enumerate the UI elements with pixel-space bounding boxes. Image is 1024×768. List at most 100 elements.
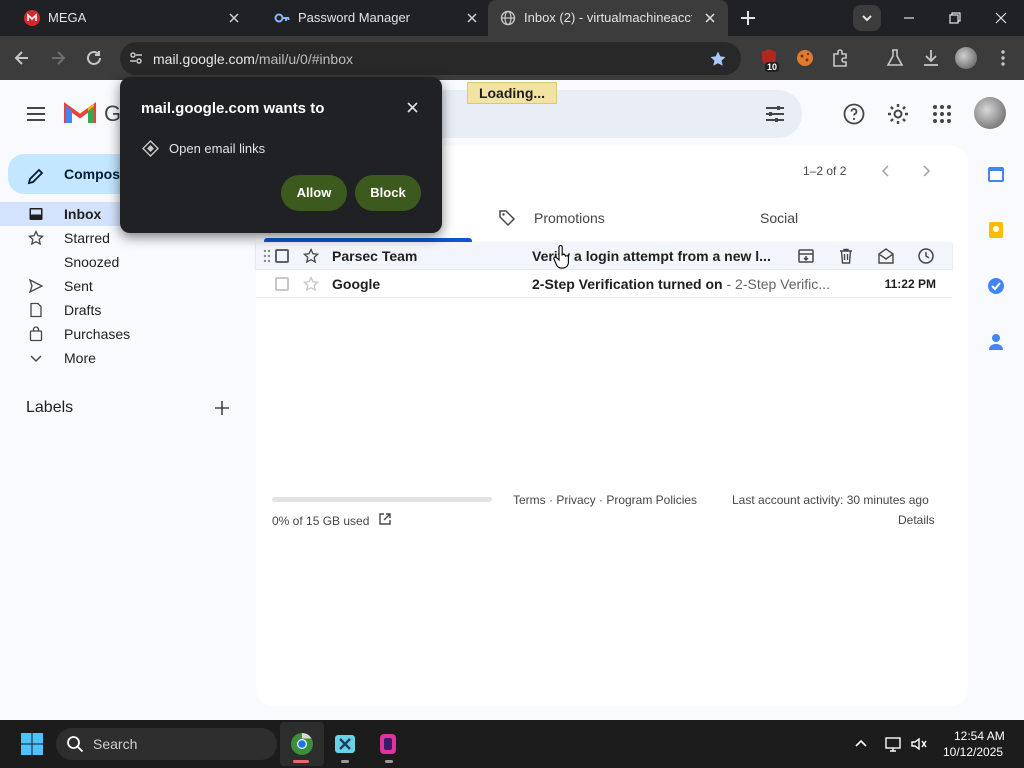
close-icon[interactable] — [466, 12, 478, 24]
mark-read-icon[interactable] — [877, 247, 895, 265]
taskbar-clock-time: 12:54 AM — [954, 729, 1005, 743]
select-checkbox[interactable] — [275, 277, 289, 291]
chevron-up-icon[interactable] — [852, 735, 870, 753]
contacts-icon[interactable] — [986, 332, 1006, 352]
minimize-icon[interactable] — [901, 10, 917, 26]
hand-cursor-icon — [553, 245, 569, 269]
block-button[interactable]: Block — [355, 175, 421, 211]
nav-item-purchases[interactable]: Purchases — [0, 322, 256, 346]
close-icon[interactable] — [406, 101, 419, 114]
compose-label: Compose — [64, 166, 128, 182]
footer-links[interactable]: Terms · Privacy · Program Policies — [513, 493, 697, 507]
nav-label: Starred — [64, 230, 110, 246]
star-icon[interactable] — [303, 276, 319, 292]
cookie-extension-icon[interactable] — [794, 47, 816, 69]
tab-promotions[interactable]: Promotions — [534, 210, 605, 226]
send-icon — [28, 278, 44, 294]
calendar-icon[interactable] — [986, 164, 1006, 184]
bookmark-star-icon[interactable] — [709, 50, 727, 68]
taskbar-search[interactable] — [56, 728, 277, 760]
nav-item-sent[interactable]: Sent — [0, 274, 256, 298]
tab-social[interactable]: Social — [760, 210, 798, 226]
archive-icon[interactable] — [797, 247, 815, 265]
allow-button[interactable]: Allow — [281, 175, 347, 211]
close-window-icon[interactable] — [993, 10, 1009, 26]
chevron-right-icon[interactable] — [918, 163, 934, 179]
email-snippet: - 2-Step Verific... — [722, 276, 830, 292]
more-menu-icon[interactable] — [992, 47, 1014, 69]
star-icon — [28, 230, 44, 246]
back-icon[interactable] — [12, 48, 32, 68]
close-icon[interactable] — [228, 12, 240, 24]
storage-usage: 0% of 15 GB used — [272, 514, 370, 528]
drag-handle-icon[interactable] — [262, 249, 272, 263]
forward-icon[interactable] — [48, 48, 68, 68]
extension-badge: 10 — [765, 62, 780, 72]
plus-icon[interactable] — [214, 400, 230, 416]
parsec-icon — [380, 734, 396, 754]
display-icon[interactable] — [884, 735, 902, 753]
email-row[interactable]: Parsec Team Verify a login attempt from … — [256, 242, 952, 270]
site-info-icon[interactable] — [128, 50, 144, 66]
loading-banner: Loading... — [467, 82, 557, 104]
nav-item-drafts[interactable]: Drafts — [0, 298, 256, 322]
windows-start-icon[interactable] — [20, 732, 44, 756]
taskbar-clock-date: 10/12/2025 — [943, 745, 1004, 759]
tab-password-manager[interactable]: Password Manager — [250, 0, 488, 36]
email-subject-line: 2-Step Verification turned on - 2-Step V… — [532, 276, 842, 292]
new-tab-icon[interactable] — [739, 9, 757, 27]
reload-icon[interactable] — [84, 48, 104, 68]
open-external-icon[interactable] — [378, 512, 392, 526]
permission-title: mail.google.com wants to — [141, 100, 325, 117]
close-icon[interactable] — [704, 12, 716, 24]
email-subject: 2-Step Verification turned on — [532, 276, 723, 292]
tab-search-button[interactable] — [853, 5, 881, 31]
nav-item-more[interactable]: More — [0, 346, 256, 370]
restore-icon[interactable] — [947, 10, 963, 26]
download-icon[interactable] — [920, 47, 942, 69]
extensions-puzzle-icon[interactable] — [830, 47, 852, 69]
draft-icon — [30, 302, 42, 318]
search-options-icon[interactable] — [763, 102, 787, 126]
main-menu-icon[interactable] — [24, 102, 48, 126]
globe-icon — [500, 10, 516, 26]
protocol-handler-icon — [142, 140, 159, 157]
nav-label: More — [64, 350, 96, 366]
select-checkbox[interactable] — [275, 249, 289, 263]
email-row[interactable]: Google 2-Step Verification turned on - 2… — [256, 270, 952, 298]
url-text[interactable]: mail.google.com/mail/u/0/#inbox — [153, 51, 353, 67]
account-avatar[interactable] — [974, 97, 1006, 129]
tab-title: Inbox (2) - virtualmachineaccfoi — [524, 10, 692, 25]
nav-item-snoozed[interactable]: Snoozed — [0, 250, 256, 274]
chevron-left-icon[interactable] — [878, 163, 894, 179]
tab-mega[interactable]: MEGA — [0, 0, 250, 36]
details-link[interactable]: Details — [898, 513, 935, 527]
url-path: /mail/u/0/#inbox — [254, 51, 353, 67]
settings-gear-icon[interactable] — [886, 102, 910, 126]
chrome-icon — [291, 733, 313, 755]
nav-label: Drafts — [64, 302, 102, 318]
gmail-logo-icon[interactable] — [64, 101, 96, 125]
star-icon[interactable] — [303, 248, 319, 264]
search-icon — [67, 736, 84, 753]
nav-label: Purchases — [64, 326, 131, 342]
gmail-logo-text: G — [104, 101, 122, 126]
keep-icon[interactable] — [986, 220, 1006, 240]
network-volume-icon[interactable] — [910, 735, 928, 753]
profile-avatar[interactable] — [955, 47, 977, 69]
tab-gmail-inbox[interactable]: Inbox (2) - virtualmachineaccfoi — [488, 0, 728, 36]
nav-label: Sent — [64, 278, 93, 294]
mega-icon — [24, 10, 40, 26]
chevron-down-icon — [30, 355, 42, 363]
last-activity: Last account activity: 30 minutes ago — [732, 493, 929, 507]
labs-flask-icon[interactable] — [884, 47, 906, 69]
help-icon[interactable] — [842, 102, 866, 126]
pencil-icon — [27, 168, 44, 185]
snooze-clock-icon[interactable] — [917, 247, 935, 265]
tasks-icon[interactable] — [986, 276, 1006, 296]
delete-icon[interactable] — [837, 247, 855, 265]
apps-grid-icon[interactable] — [930, 102, 954, 126]
taskbar-search-placeholder: Search — [93, 736, 138, 752]
remote-desktop-icon — [335, 735, 355, 753]
email-time: 11:22 PM — [884, 277, 936, 291]
